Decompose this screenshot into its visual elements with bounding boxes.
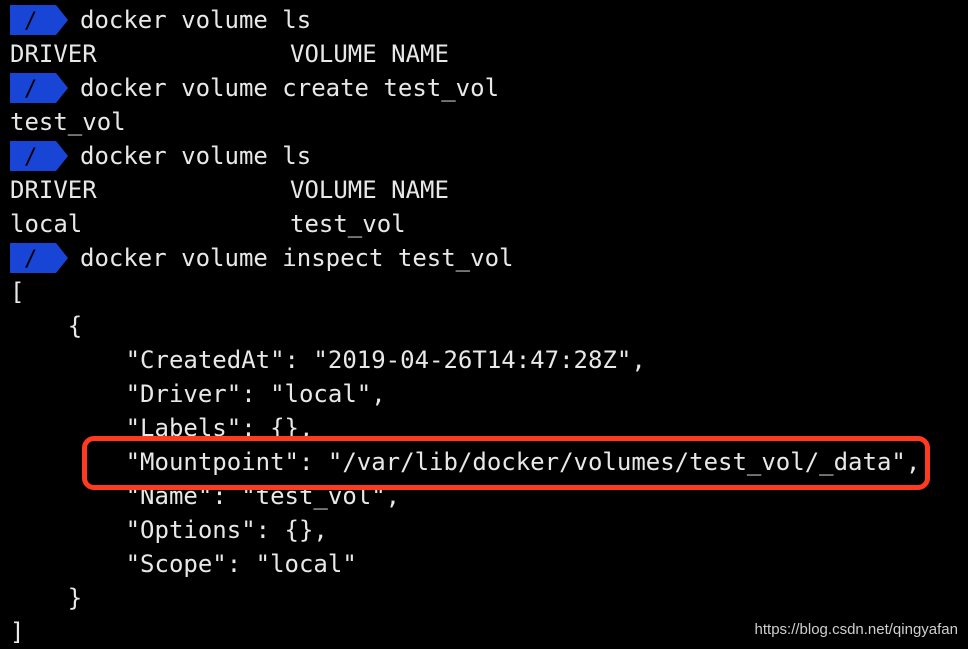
output-table-row: DRIVER VOLUME NAME (0, 37, 968, 71)
terminal-window[interactable]: / docker volume ls DRIVER VOLUME NAME / docke… (0, 0, 968, 646)
driver-cell: DRIVER (10, 40, 97, 68)
output-text: [ (10, 278, 25, 306)
volume-name-cell: test_vol (290, 210, 406, 238)
output-line: "Options": {}, (0, 513, 968, 547)
output-line: { (0, 309, 968, 343)
volume-name-cell: VOLUME NAME (290, 40, 449, 68)
output-text: "Driver": "local", (10, 380, 386, 408)
output-line: } (0, 581, 968, 615)
output-text: { (10, 312, 83, 340)
prompt-line: / docker volume ls (0, 139, 968, 173)
prompt-arrow-icon: / (10, 5, 68, 35)
driver-cell: DRIVER (10, 176, 97, 204)
watermark: https://blog.csdn.net/qingyafan (754, 621, 958, 638)
output-line: "Driver": "local", (0, 377, 968, 411)
output-line: "CreatedAt": "2019-04-26T14:47:28Z", (0, 343, 968, 377)
output-line: test_vol (0, 105, 968, 139)
prompt-path-label: / (24, 9, 37, 34)
output-text: "CreatedAt": "2019-04-26T14:47:28Z", (10, 346, 646, 374)
driver-cell: local (10, 210, 83, 238)
command-text: docker volume inspect test_vol (80, 244, 514, 272)
prompt-line: / docker volume inspect test_vol (0, 241, 968, 275)
command-text: docker volume create test_vol (80, 74, 500, 102)
output-line: [ (0, 275, 968, 309)
prompt-path-label: / (24, 247, 37, 272)
command-text: docker volume ls (80, 142, 312, 170)
output-text: "Options": {}, (10, 516, 328, 544)
output-text: ] (10, 618, 25, 646)
volume-name-cell: VOLUME NAME (290, 176, 449, 204)
mountpoint-highlight-box (82, 436, 930, 490)
prompt-line: / docker volume ls (0, 3, 968, 37)
prompt-arrow-icon: / (10, 73, 68, 103)
output-line: "Scope": "local" (0, 547, 968, 581)
prompt-path-label: / (24, 77, 37, 102)
output-text: "Scope": "local" (10, 550, 357, 578)
prompt-line: / docker volume create test_vol (0, 71, 968, 105)
output-table-row: local test_vol (0, 207, 968, 241)
prompt-arrow-icon: / (10, 243, 68, 273)
output-table-row: DRIVER VOLUME NAME (0, 173, 968, 207)
command-text: docker volume ls (80, 6, 312, 34)
prompt-path-label: / (24, 145, 37, 170)
output-text: test_vol (10, 108, 126, 136)
prompt-arrow-icon: / (10, 141, 68, 171)
output-text: } (10, 584, 83, 612)
